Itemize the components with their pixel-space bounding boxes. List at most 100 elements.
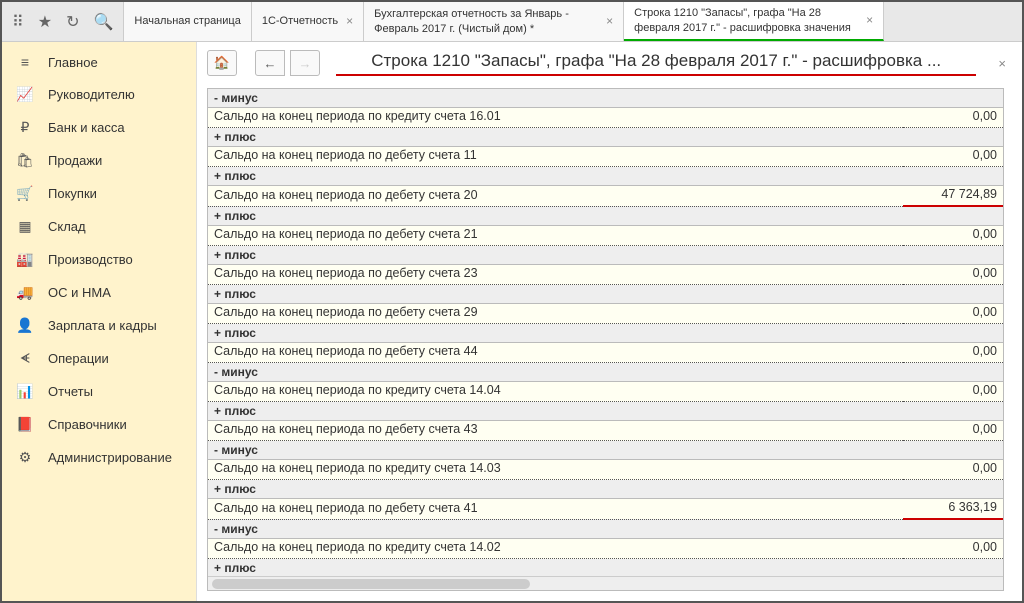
sidebar-item-label: Главное	[48, 55, 98, 70]
sidebar-icon: ᗛ	[16, 350, 34, 367]
tab-1c-report[interactable]: 1С-Отчетность ×	[252, 2, 364, 41]
row-value[interactable]: 6 363,19	[903, 499, 1003, 520]
sidebar-icon: 🚚	[16, 284, 34, 301]
sidebar-icon: ⚙	[16, 449, 34, 466]
table-row: + плюс	[208, 480, 1003, 499]
topbar: ⠿ ★ ↻ 🔍 Начальная страница 1С-Отчетность…	[2, 2, 1022, 42]
tab-accounting-report[interactable]: Бухгалтерская отчетность за Январь - Фев…	[364, 2, 624, 41]
sidebar-item[interactable]: 🛒 Покупки	[2, 177, 196, 210]
row-description[interactable]: Сальдо на конец периода по дебету счета …	[208, 265, 903, 285]
history-icon[interactable]: ↻	[66, 12, 79, 32]
star-icon[interactable]: ★	[38, 12, 52, 32]
close-icon[interactable]: ×	[606, 14, 613, 30]
tab-bar: Начальная страница 1С-Отчетность × Бухга…	[124, 2, 1022, 41]
row-value[interactable]: 0,00	[903, 304, 1003, 324]
operation-label: + плюс	[208, 167, 1003, 186]
table-row: + плюс	[208, 285, 1003, 304]
close-icon[interactable]: ×	[866, 13, 873, 29]
apps-icon[interactable]: ⠿	[12, 12, 24, 32]
operation-label: + плюс	[208, 285, 1003, 304]
row-description[interactable]: Сальдо на конец периода по кредиту счета…	[208, 539, 903, 559]
row-value[interactable]: 0,00	[903, 539, 1003, 559]
sidebar-item-label: Покупки	[48, 186, 97, 201]
sidebar-item[interactable]: ⚙ Администрирование	[2, 441, 196, 474]
back-button[interactable]: ←	[255, 50, 285, 76]
row-description[interactable]: Сальдо на конец периода по дебету счета …	[208, 499, 903, 520]
row-description[interactable]: Сальдо на конец периода по кредиту счета…	[208, 460, 903, 480]
row-description[interactable]: Сальдо на конец периода по дебету счета …	[208, 421, 903, 441]
close-icon[interactable]: ×	[346, 14, 353, 30]
sidebar-item-label: Производство	[48, 252, 133, 267]
row-value[interactable]: 0,00	[903, 382, 1003, 402]
tab-start[interactable]: Начальная страница	[124, 2, 251, 41]
table-row: Сальдо на конец периода по дебету счета …	[208, 499, 1003, 520]
row-description[interactable]: Сальдо на конец периода по дебету счета …	[208, 226, 903, 246]
row-description[interactable]: Сальдо на конец периода по дебету счета …	[208, 186, 903, 207]
row-value[interactable]: 0,00	[903, 108, 1003, 128]
operation-label: + плюс	[208, 559, 1003, 578]
tab-label: Строка 1210 "Запасы", графа "На 28 февра…	[634, 6, 858, 35]
sidebar-item[interactable]: 🏭 Производство	[2, 243, 196, 276]
table-row: - минус	[208, 363, 1003, 382]
forward-button[interactable]: →	[290, 50, 320, 76]
operation-label: - минус	[208, 441, 1003, 460]
sidebar-item[interactable]: 📈 Руководителю	[2, 78, 196, 111]
search-icon[interactable]: 🔍	[93, 12, 113, 32]
sidebar-icon: 📊	[16, 383, 34, 400]
table-row: - минус	[208, 519, 1003, 539]
table-row: + плюс	[208, 559, 1003, 578]
tab-row1210[interactable]: Строка 1210 "Запасы", графа "На 28 февра…	[624, 2, 884, 41]
table-row: Сальдо на конец периода по кредиту счета…	[208, 108, 1003, 128]
content-panel: 🏠 ← → Строка 1210 "Запасы", графа "На 28…	[197, 42, 1022, 601]
sidebar-item[interactable]: 📊 Отчеты	[2, 375, 196, 408]
close-icon[interactable]: ×	[992, 56, 1012, 71]
home-icon: 🏠	[214, 55, 230, 71]
sidebar-icon: 📕	[16, 416, 34, 433]
row-value[interactable]: 47 724,89	[903, 186, 1003, 207]
table-row: Сальдо на конец периода по кредиту счета…	[208, 382, 1003, 402]
sidebar-item-label: Продажи	[48, 153, 102, 168]
table-row: Сальдо на конец периода по дебету счета …	[208, 186, 1003, 207]
grid-scroll[interactable]: - минусСальдо на конец периода по кредит…	[207, 88, 1004, 591]
operation-label: + плюс	[208, 128, 1003, 147]
sidebar-item-label: Руководителю	[48, 87, 135, 102]
table-row: + плюс	[208, 206, 1003, 226]
table-row: Сальдо на конец периода по дебету счета …	[208, 226, 1003, 246]
sidebar-icon: 🏭	[16, 251, 34, 268]
sidebar-icon: 🛍	[16, 152, 34, 169]
row-description[interactable]: Сальдо на конец периода по дебету счета …	[208, 147, 903, 167]
sidebar-icon: 🛒	[16, 185, 34, 202]
row-value[interactable]: 0,00	[903, 226, 1003, 246]
sidebar-item-label: Операции	[48, 351, 109, 366]
row-description[interactable]: Сальдо на конец периода по дебету счета …	[208, 304, 903, 324]
row-value[interactable]: 0,00	[903, 343, 1003, 363]
sidebar-icon: 📈	[16, 86, 34, 103]
sidebar-item-label: Справочники	[48, 417, 127, 432]
sidebar-item[interactable]: 🚚ОС и НМА	[2, 276, 196, 309]
table-row: Сальдо на конец периода по дебету счета …	[208, 421, 1003, 441]
table-row: + плюс	[208, 402, 1003, 421]
home-button[interactable]: 🏠	[207, 50, 237, 76]
sidebar-item[interactable]: 👤Зарплата и кадры	[2, 309, 196, 342]
sidebar-item-label: Отчеты	[48, 384, 93, 399]
row-description[interactable]: Сальдо на конец периода по дебету счета …	[208, 343, 903, 363]
sidebar-item[interactable]: 📕 Справочники	[2, 408, 196, 441]
row-value[interactable]: 0,00	[903, 147, 1003, 167]
table-row: + плюс	[208, 246, 1003, 265]
operation-label: - минус	[208, 89, 1003, 108]
row-value[interactable]: 0,00	[903, 265, 1003, 285]
operation-label: - минус	[208, 363, 1003, 382]
row-value[interactable]: 0,00	[903, 421, 1003, 441]
sidebar-item[interactable]: ≡Главное	[2, 46, 196, 78]
sidebar-item-label: Администрирование	[48, 450, 172, 465]
row-description[interactable]: Сальдо на конец периода по кредиту счета…	[208, 108, 903, 128]
sidebar-item[interactable]: ᗛ Операции	[2, 342, 196, 375]
row-description[interactable]: Сальдо на конец периода по кредиту счета…	[208, 382, 903, 402]
sidebar-item[interactable]: ▦Склад	[2, 210, 196, 243]
horizontal-scrollbar[interactable]	[208, 576, 1003, 590]
row-value[interactable]: 0,00	[903, 460, 1003, 480]
sidebar-item[interactable]: ₽Банк и касса	[2, 111, 196, 144]
tab-label: Бухгалтерская отчетность за Январь - Фев…	[374, 7, 598, 36]
arrow-left-icon: ←	[264, 56, 277, 71]
sidebar-item[interactable]: 🛍 Продажи	[2, 144, 196, 177]
